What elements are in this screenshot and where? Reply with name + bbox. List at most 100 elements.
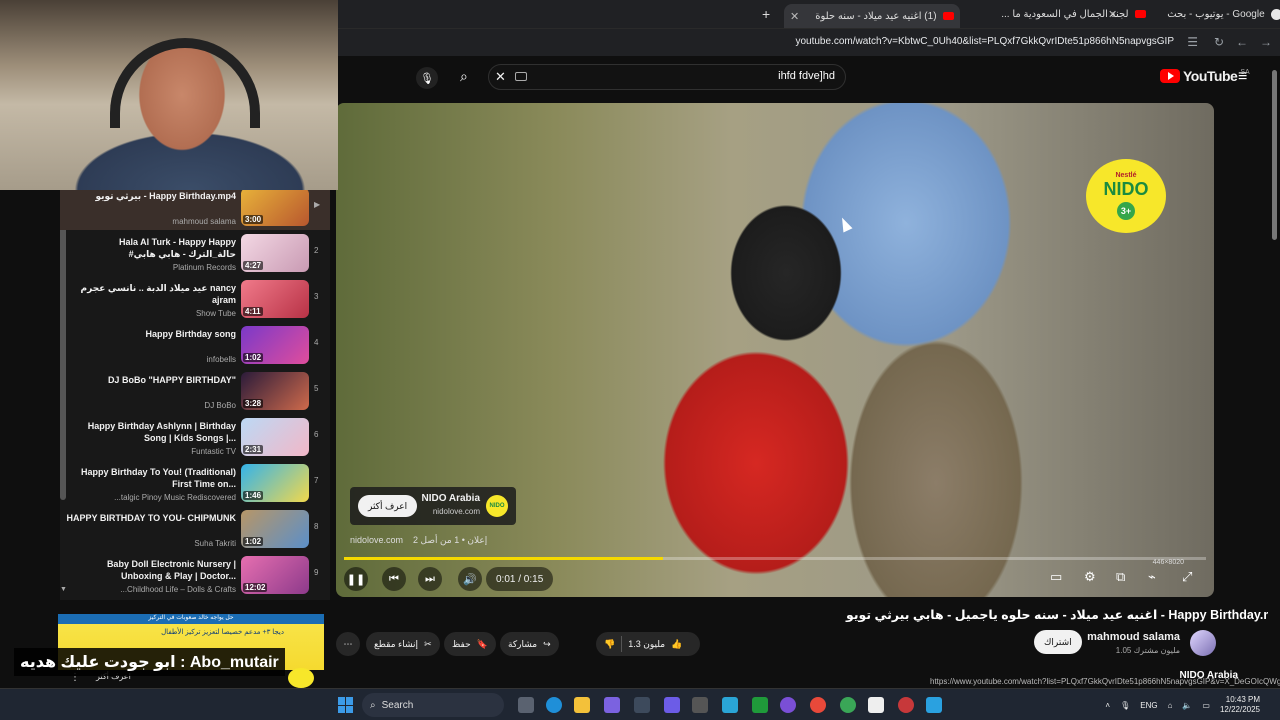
playlist-item-thumbnail[interactable]: 4:27 (241, 234, 309, 272)
battery-icon[interactable]: ▭ (1202, 701, 1210, 710)
playlist-item-title[interactable]: Happy Birthday song (66, 328, 236, 340)
app-icon[interactable] (868, 697, 884, 713)
microphone-icon[interactable]: 🎙 (416, 67, 438, 89)
edge-icon[interactable] (546, 697, 562, 713)
ad-card[interactable]: اعرف أكثر NIDO Arabia nidolove.com NIDO (350, 487, 516, 525)
app-icon[interactable] (780, 697, 796, 713)
browser-tab-active[interactable]: (1) اغنيه عيد ميلاد - سنه حلوة ✕ (784, 4, 960, 28)
copilot-icon[interactable] (604, 697, 620, 713)
playlist-item[interactable]: 8 1:02 HAPPY BIRTHDAY TO YOU- CHIPMUNK Suha… (60, 508, 330, 552)
task-view-icon[interactable] (518, 697, 534, 713)
reload-icon[interactable]: ↻ (1214, 35, 1224, 49)
ad-display-domain[interactable]: nidolove.com (350, 535, 403, 546)
forward-icon[interactable]: → (1260, 35, 1272, 49)
miniplayer-icon[interactable]: ⧉ (1116, 569, 1125, 585)
playlist-item-duration: 2:31 (243, 445, 264, 454)
playlist-item-title[interactable]: Hala Al Turk - Happy Happy #حالة_الترك -… (66, 236, 236, 260)
playlist-item[interactable]: 6 2:31 Happy Birthday Ashlynn | Birthday S… (60, 416, 330, 460)
windows-taskbar: ⌕ Search ˄ 🎙 ENG ⌂ 🔈 ▭ 10:43 PM 12/22/20… (0, 688, 1280, 720)
playlist-item-title[interactable]: Happy Birthday Ashlynn | Birthday Song |… (66, 420, 236, 444)
browser-tab-2[interactable]: لجنة الجمال في السعودية ما ... ✕ (946, 4, 1146, 24)
channel-name[interactable]: mahmoud salama (1087, 631, 1180, 643)
playlist-item-thumbnail[interactable]: 1:02 (241, 510, 309, 548)
clip-button[interactable]: إنشاء مقطع ✂ (366, 632, 440, 656)
playlist-item-thumbnail[interactable]: 3:00 (241, 188, 309, 226)
network-icon[interactable]: ⌂ (1168, 701, 1173, 710)
playlist-item[interactable]: 2 4:27 Hala Al Turk - Happy Happy #حالة_ال… (60, 232, 330, 276)
previous-button[interactable]: ⏮ (382, 567, 406, 591)
playlist-item-title[interactable]: عيد ميلاد الدبة .. نانسي عجرم nancy ajra… (66, 282, 236, 306)
chevron-up-icon[interactable]: ˄ (1105, 701, 1110, 710)
chrome-icon[interactable] (810, 697, 826, 713)
app-icon[interactable] (692, 697, 708, 713)
menu-icon[interactable]: ≡ (1238, 68, 1247, 86)
search-icon[interactable]: ⌕ (460, 68, 468, 85)
more-actions-button[interactable]: ⋯ (336, 632, 360, 656)
next-button[interactable]: ⏭ (418, 567, 442, 591)
search-box[interactable]: ✕ ihfd fdve]hd (488, 64, 846, 90)
ad-learn-more-button[interactable]: اعرف أكثر (358, 495, 418, 517)
video-player[interactable]: Nestlé NIDO 3+ اعرف أكثر NIDO Arabia nid… (336, 103, 1214, 597)
playlist-item-thumbnail[interactable]: 1:02 (241, 326, 309, 364)
playlist-item[interactable]: 5 3:28 DJ BoBo "HAPPY BIRTHDAY" DJ BoBo (60, 370, 330, 414)
page-scrollbar-thumb[interactable] (1272, 70, 1277, 240)
url-field[interactable]: youtube.com/watch?v=KbtwC_0Uh40&list=PLQ… (795, 36, 1174, 47)
like-count[interactable]: 1.3 مليون (628, 639, 665, 650)
back-icon[interactable]: ← (1236, 35, 1248, 49)
playlist-item-title[interactable]: Happy Birthday To You! (Traditional) Fir… (66, 466, 236, 490)
playlist-item-thumbnail[interactable]: 4:11 (241, 280, 309, 318)
page-scrollbar[interactable] (1268, 60, 1280, 672)
playlist-item-thumbnail[interactable]: 2:31 (241, 418, 309, 456)
playlist-item-title[interactable]: HAPPY BIRTHDAY TO YOU- CHIPMUNK (66, 512, 236, 524)
progress-bar[interactable] (344, 557, 1206, 560)
clear-search-icon[interactable]: ✕ (495, 69, 506, 85)
new-tab-button[interactable]: + (762, 4, 770, 24)
playlist-item[interactable]: 4 1:02 Happy Birthday song infobells (60, 324, 330, 368)
mic-icon[interactable]: 🎙 (1120, 701, 1130, 710)
browser-tab-bar: Google - يوتيوب - بحث ✕ لجنة الجمال في ا… (338, 0, 1280, 28)
app-icon[interactable] (898, 697, 914, 713)
clock[interactable]: 10:43 PM 12/22/2025 (1220, 695, 1260, 715)
playlist-item-thumbnail[interactable]: 3:28 (241, 372, 309, 410)
playlist-item[interactable]: ▶ 3:00 بيرثي تويو - Happy Birthday.mp4 mahm… (60, 186, 330, 230)
playlist-item-title[interactable]: بيرثي تويو - Happy Birthday.mp4 (66, 190, 236, 202)
playlist-item-thumbnail[interactable]: 1:46 (241, 464, 309, 502)
app-icon[interactable] (664, 697, 680, 713)
telegram-icon[interactable] (926, 697, 942, 713)
app-icon[interactable] (722, 697, 738, 713)
playlist-panel: ▼ ▶ 3:00 بيرثي تويو - Happy Birthday.mp4 ma… (60, 186, 330, 600)
dislike-icon[interactable]: 👎 (604, 639, 615, 650)
taskbar-search[interactable]: ⌕ Search (362, 693, 504, 717)
fullscreen-icon[interactable]: ⤢ (1182, 569, 1192, 585)
volume-icon[interactable]: 🔊 (458, 567, 482, 591)
playlist-item-thumbnail[interactable]: 12:02 (241, 556, 309, 594)
language-indicator[interactable]: ENG (1140, 701, 1157, 710)
progress-fill (344, 557, 663, 560)
store-icon[interactable] (634, 697, 650, 713)
playlist-item-channel: ...talgic Pinoy Music Rediscovered (114, 493, 236, 502)
share-button[interactable]: مشاركة ↪ (500, 632, 559, 656)
youtube-logo[interactable]: YouTube SA (1160, 68, 1250, 84)
playlist-item-title[interactable]: DJ BoBo "HAPPY BIRTHDAY" (66, 374, 236, 386)
windows-start-icon[interactable] (338, 697, 354, 713)
playlist-item[interactable]: 9 12:02 Baby Doll Electronic Nursery | Unb… (60, 554, 330, 598)
settings-gear-icon[interactable]: ⚙ (1084, 569, 1096, 585)
subtitles-icon[interactable]: ▭ (1050, 569, 1062, 585)
keyboard-icon[interactable] (515, 72, 527, 81)
cast-icon[interactable]: ⌁ (1148, 569, 1156, 585)
save-button[interactable]: حفظ 🔖 (444, 632, 496, 656)
tune-icon[interactable]: ☰ (1187, 35, 1198, 49)
close-tab-icon[interactable]: ✕ (790, 10, 799, 23)
pause-button[interactable]: ❚❚ (344, 567, 368, 591)
playlist-item[interactable]: 7 1:46 Happy Birthday To You! (Traditional… (60, 462, 330, 506)
search-input[interactable]: ihfd fdve]hd (778, 70, 835, 82)
volume-icon[interactable]: 🔈 (1182, 701, 1192, 710)
chrome-icon[interactable] (840, 697, 856, 713)
playlist-item-title[interactable]: Baby Doll Electronic Nursery | Unboxing … (66, 558, 236, 582)
like-icon[interactable]: 👍 (671, 639, 682, 650)
subscribe-button[interactable]: اشتراك (1034, 630, 1082, 654)
file-explorer-icon[interactable] (574, 697, 590, 713)
channel-avatar[interactable] (1190, 630, 1216, 656)
xbox-icon[interactable] (752, 697, 768, 713)
playlist-item[interactable]: 3 4:11 عيد ميلاد الدبة .. نانسي عجرم nancy… (60, 278, 330, 322)
